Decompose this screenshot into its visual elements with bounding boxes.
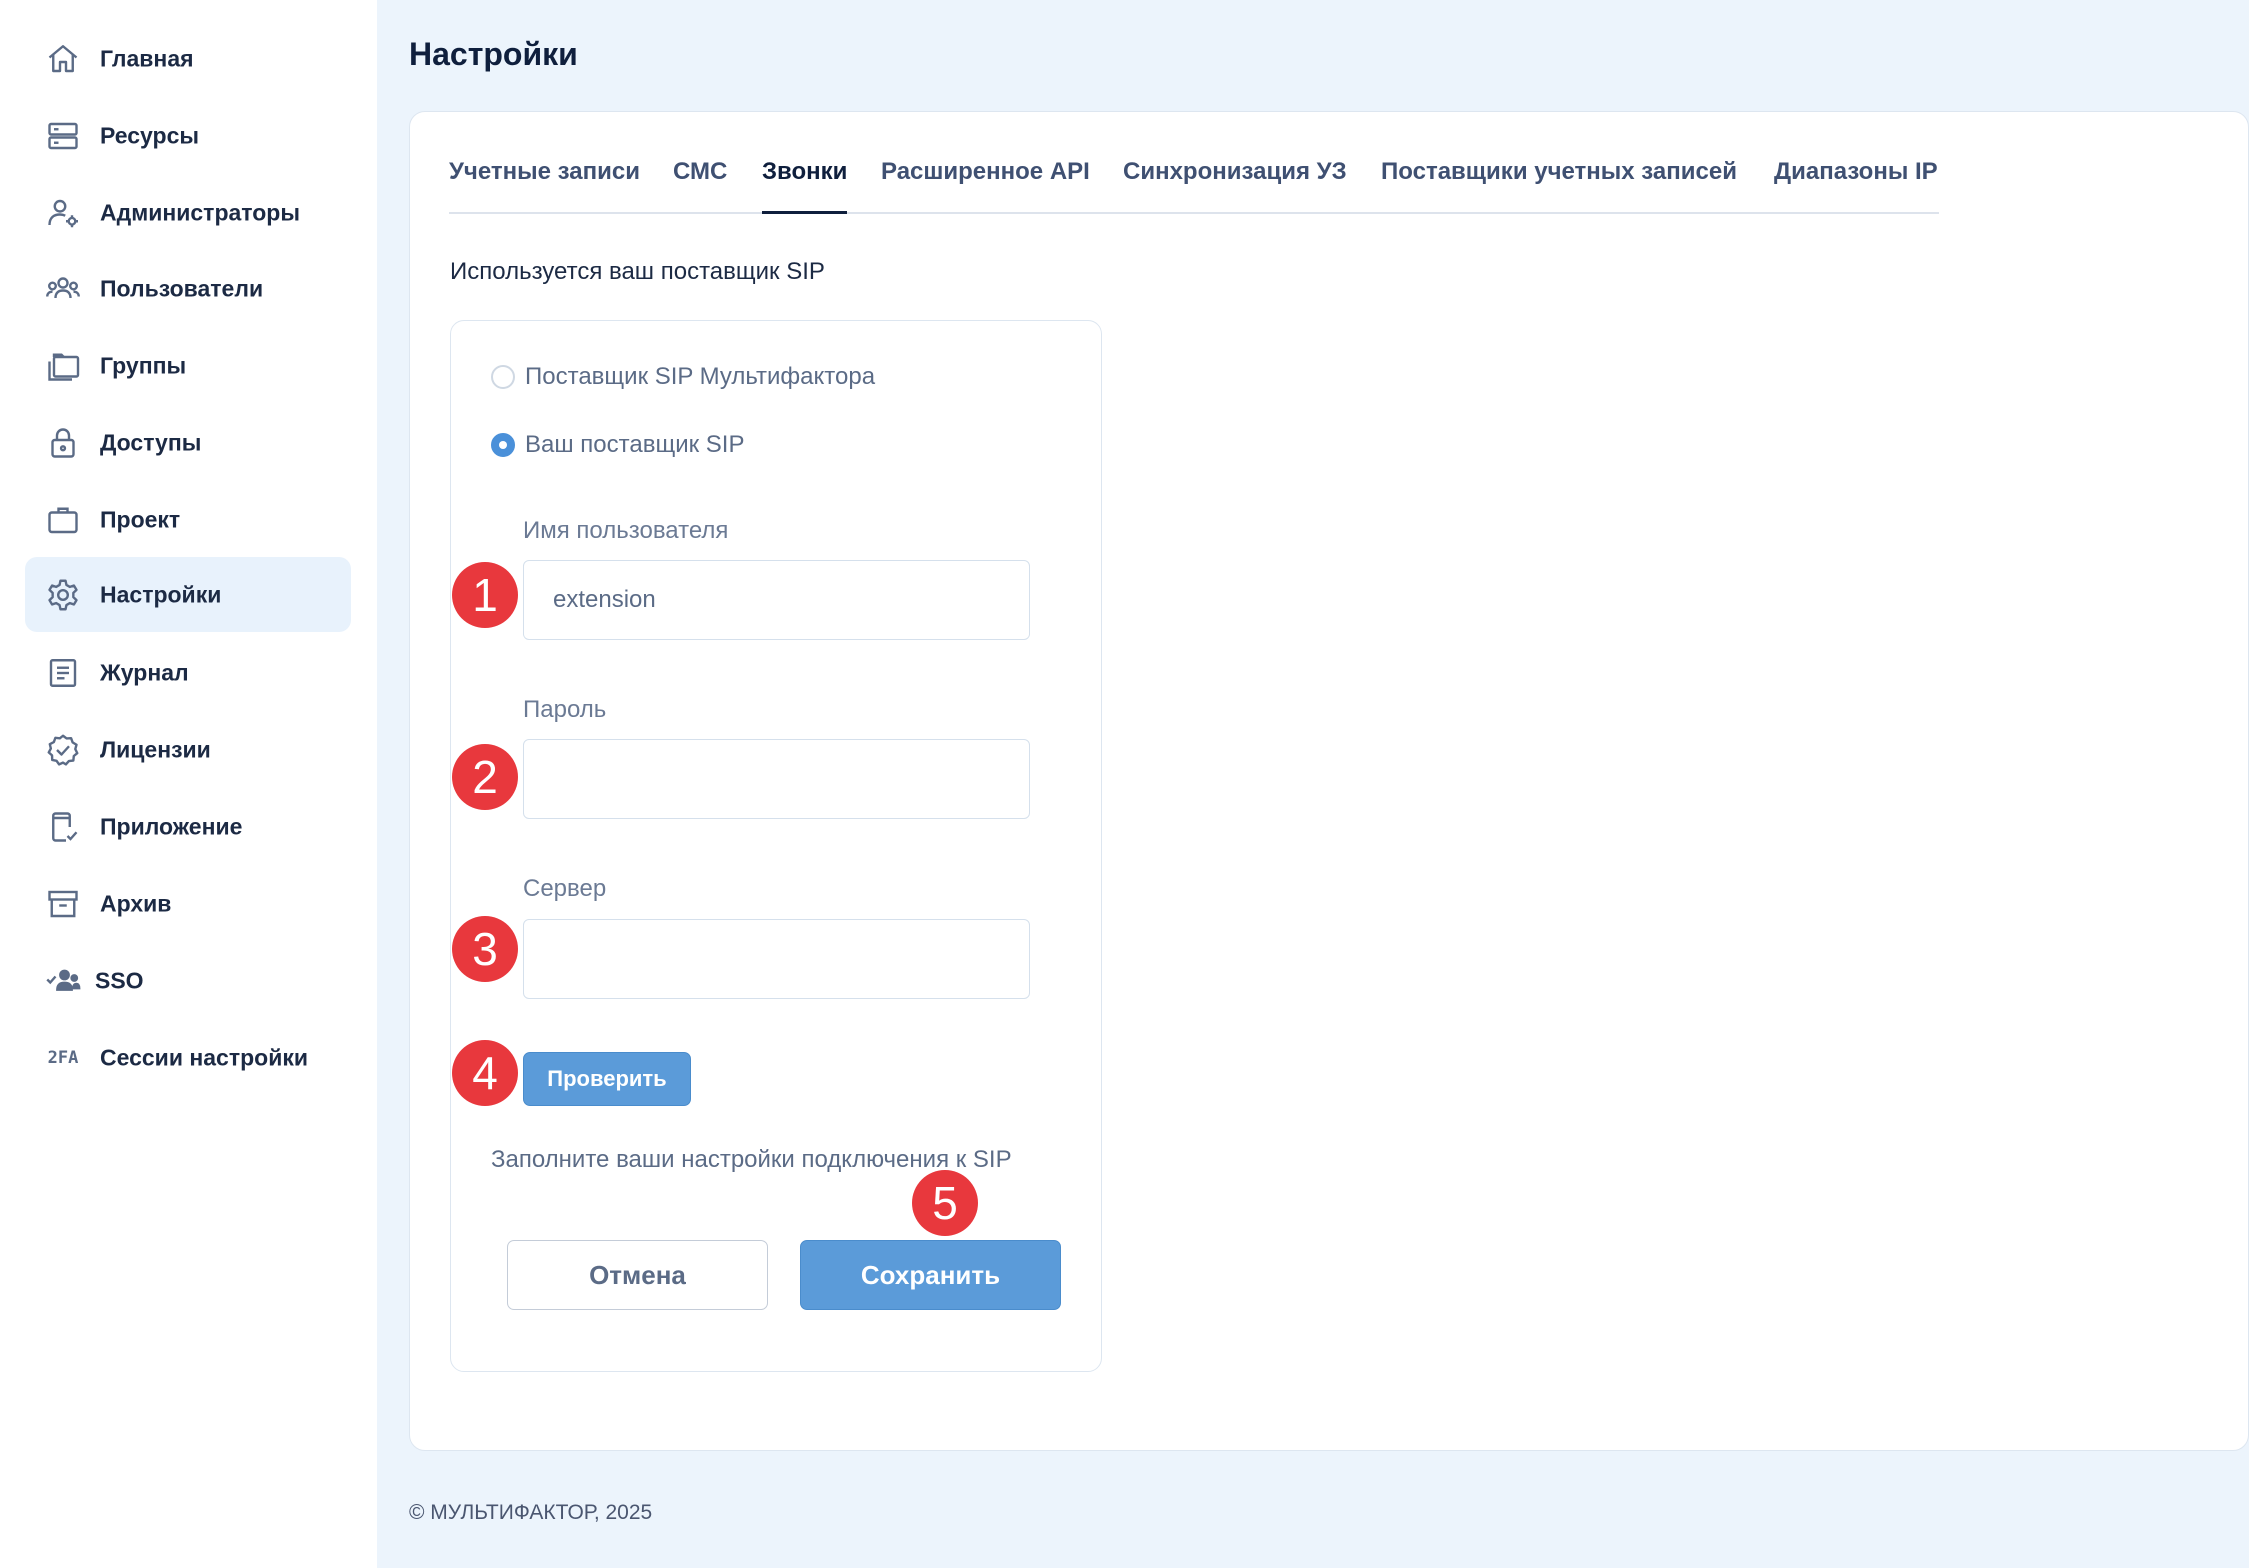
password-input[interactable]: [523, 739, 1030, 819]
sip-form: [450, 320, 1102, 1372]
tab-ip-ranges[interactable]: Диапазоны IP: [1774, 152, 1938, 214]
check-button[interactable]: Проверить: [523, 1052, 691, 1106]
user-gear-icon: [45, 195, 81, 231]
sidebar-item-app[interactable]: Приложение: [25, 789, 351, 864]
sso-users-icon: [45, 963, 81, 999]
radio-label: Поставщик SIP Мультифактора: [525, 363, 876, 390]
sidebar-item-users[interactable]: Пользователи: [25, 251, 351, 326]
sidebar-item-label: Доступы: [100, 429, 202, 455]
radio-button[interactable]: [491, 365, 515, 389]
sidebar-item-project[interactable]: Проект: [25, 482, 351, 557]
sidebar-item-label: Архив: [100, 890, 172, 916]
sidebar-item-settings[interactable]: Настройки: [25, 557, 351, 632]
2fa-icon-text: 2FA: [47, 1047, 79, 1068]
annotation-badge-2: 2: [452, 744, 518, 810]
footer-copyright: © МУЛЬТИФАКТОР, 2025: [409, 1501, 653, 1524]
2fa-icon: 2FA: [45, 1040, 81, 1076]
sidebar-item-sessions[interactable]: 2FA Сессии настройки: [25, 1020, 351, 1095]
radio-label: Ваш поставщик SIP: [525, 431, 745, 458]
radio-button-checked[interactable]: [491, 433, 515, 457]
tab-account-providers[interactable]: Поставщики учетных записей: [1381, 152, 1737, 214]
gear-icon: [45, 577, 81, 613]
page-title: Настройки: [409, 36, 578, 72]
briefcase-icon: [45, 502, 81, 538]
sip-provider-status: Используется ваш поставщик SIP: [450, 258, 825, 285]
tab-extended-api[interactable]: Расширенное API: [881, 152, 1090, 214]
cancel-button[interactable]: Отмена: [507, 1240, 768, 1310]
sidebar: Главная Ресурсы Администраторы Пользоват…: [0, 0, 377, 1568]
folders-icon: [45, 348, 81, 384]
home-icon: [45, 41, 81, 77]
lock-icon: [45, 425, 81, 461]
tab-bar: Учетные записи СМС Звонки Расширенное AP…: [449, 152, 1939, 214]
sidebar-item-archive[interactable]: Архив: [25, 866, 351, 941]
server-input[interactable]: [523, 919, 1030, 999]
sidebar-item-label: Сессии настройки: [100, 1044, 308, 1070]
journal-icon: [45, 655, 81, 691]
sidebar-item-home[interactable]: Главная: [25, 21, 351, 96]
sidebar-item-label: Группы: [100, 352, 187, 378]
sip-hint: Заполните ваши настройки подключения к S…: [491, 1146, 1012, 1173]
password-label: Пароль: [523, 696, 607, 723]
sidebar-item-licenses[interactable]: Лицензии: [25, 712, 351, 787]
tab-accounts[interactable]: Учетные записи: [449, 152, 640, 214]
username-label: Имя пользователя: [523, 517, 729, 544]
server-icon: [45, 118, 81, 154]
sidebar-item-journal[interactable]: Журнал: [25, 635, 351, 710]
tab-account-sync[interactable]: Синхронизация УЗ: [1123, 152, 1347, 214]
sidebar-item-label: SSO: [95, 967, 144, 993]
sidebar-item-label: Приложение: [100, 813, 243, 839]
server-label: Сервер: [523, 875, 607, 902]
save-button[interactable]: Сохранить: [800, 1240, 1061, 1310]
sidebar-item-groups[interactable]: Группы: [25, 328, 351, 403]
sidebar-item-sso[interactable]: SSO: [25, 943, 351, 1018]
sidebar-item-label: Администраторы: [100, 199, 300, 225]
sidebar-item-admins[interactable]: Администраторы: [25, 175, 351, 250]
sidebar-item-label: Ресурсы: [100, 122, 200, 148]
sidebar-item-label: Настройки: [100, 581, 222, 607]
badge-check-icon: [45, 732, 81, 768]
annotation-badge-5: 5: [912, 1170, 978, 1236]
phone-check-icon: [45, 809, 81, 845]
username-input[interactable]: [523, 560, 1030, 640]
annotation-badge-3: 3: [452, 916, 518, 982]
sidebar-item-label: Журнал: [100, 659, 189, 685]
users-icon: [45, 271, 81, 307]
tab-sms[interactable]: СМС: [673, 152, 727, 214]
radio-multifactor-sip[interactable]: Поставщик SIP Мультифактора: [491, 363, 875, 391]
sidebar-item-label: Пользователи: [100, 275, 264, 301]
annotation-badge-1: 1: [452, 562, 518, 628]
sidebar-item-label: Главная: [100, 45, 194, 71]
sidebar-item-access[interactable]: Доступы: [25, 405, 351, 480]
sidebar-item-label: Лицензии: [100, 736, 211, 762]
archive-icon: [45, 886, 81, 922]
tab-calls[interactable]: Звонки: [762, 152, 848, 214]
radio-own-sip[interactable]: Ваш поставщик SIP: [491, 431, 744, 459]
sidebar-item-resources[interactable]: Ресурсы: [25, 98, 351, 173]
annotation-badge-4: 4: [452, 1040, 518, 1106]
sidebar-item-label: Проект: [100, 506, 181, 532]
